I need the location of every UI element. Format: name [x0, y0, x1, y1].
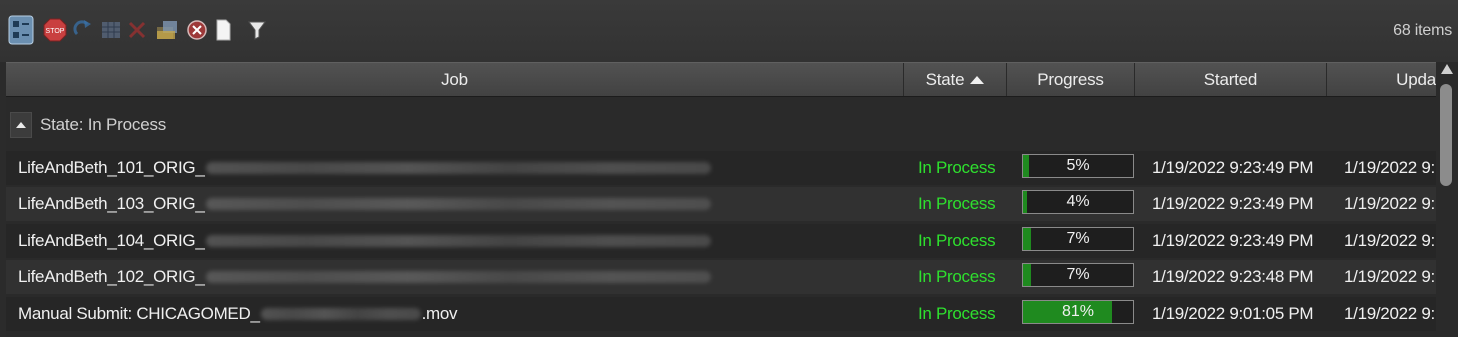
- job-name-text: LifeAndBeth_102_ORIG_: [18, 267, 205, 286]
- started-cell: 1/19/2022 9:01:05 PM: [1152, 304, 1314, 323]
- column-header-state[interactable]: State: [904, 63, 1007, 96]
- table-row[interactable]: Manual Submit: CHICAGOMED_ .mov In Process…: [6, 297, 1436, 331]
- redacted-text: [205, 198, 711, 210]
- progress-bar: 4%: [1022, 190, 1134, 214]
- view-toggle-icon[interactable]: [8, 15, 34, 45]
- job-cell: LifeAndBeth_102_ORIG_: [18, 260, 898, 294]
- sort-ascending-icon: [970, 75, 985, 84]
- column-header-state-label: State: [925, 69, 965, 89]
- column-header-job[interactable]: Job: [6, 63, 904, 96]
- updated-cell: 1/19/2022 9:: [1344, 267, 1434, 286]
- state-cell: In Process: [918, 267, 996, 286]
- vertical-scrollbar[interactable]: [1436, 62, 1458, 337]
- progress-bar: 5%: [1022, 154, 1134, 178]
- filter-icon[interactable]: [244, 16, 270, 44]
- redacted-text: [260, 308, 421, 320]
- job-name-text: LifeAndBeth_101_ORIG_: [18, 158, 205, 177]
- started-cell: 1/19/2022 9:23:49 PM: [1152, 231, 1314, 250]
- job-cell: LifeAndBeth_103_ORIG_: [18, 187, 898, 221]
- state-cell: In Process: [918, 158, 996, 177]
- group-collapse-toggle[interactable]: [10, 112, 32, 138]
- column-header-updated-label: Upda: [1396, 69, 1436, 89]
- group-label: State: In Process: [40, 115, 167, 134]
- job-name-text: LifeAndBeth_103_ORIG_: [18, 194, 205, 213]
- job-cell: LifeAndBeth_104_ORIG_: [18, 224, 898, 258]
- table-row[interactable]: LifeAndBeth_101_ORIG_ In Process 5% 1/19/20…: [6, 151, 1436, 185]
- document-icon[interactable]: [210, 16, 236, 44]
- started-cell: 1/19/2022 9:23:48 PM: [1152, 267, 1314, 286]
- item-count: 68 items: [1393, 22, 1452, 39]
- job-name-text: Manual Submit: CHICAGOMED_: [18, 304, 260, 323]
- column-header-progress[interactable]: Progress: [1007, 63, 1135, 96]
- grid-icon[interactable]: [98, 16, 124, 44]
- scrollbar-thumb[interactable]: [1440, 84, 1452, 186]
- column-header-started-label: Started: [1203, 69, 1258, 89]
- updated-cell: 1/19/2022 9:: [1344, 231, 1434, 250]
- table-row[interactable]: LifeAndBeth_102_ORIG_ In Process 7% 1/19/20…: [6, 260, 1436, 294]
- started-cell: 1/19/2022 9:23:49 PM: [1152, 194, 1314, 213]
- progress-bar: 7%: [1022, 227, 1134, 251]
- column-header-row: Job State Progress Started Upda: [6, 62, 1436, 98]
- redacted-text: [205, 271, 711, 283]
- column-header-updated[interactable]: Upda: [1327, 63, 1436, 96]
- progress-label: 7%: [1066, 266, 1090, 283]
- updated-cell: 1/19/2022 9:: [1344, 194, 1434, 213]
- stop-icon-label: STOP: [46, 28, 65, 35]
- updated-cell: 1/19/2022 9:: [1344, 158, 1434, 177]
- open-folder-icon[interactable]: [154, 16, 180, 44]
- state-cell: In Process: [918, 194, 996, 213]
- scroll-up-arrow-icon[interactable]: [1441, 64, 1453, 74]
- table-row[interactable]: LifeAndBeth_103_ORIG_ In Process 4% 1/19/20…: [6, 187, 1436, 221]
- redacted-text: [205, 235, 711, 247]
- table-row[interactable]: LifeAndBeth_104_ORIG_ In Process 7% 1/19/20…: [6, 224, 1436, 258]
- job-cell: LifeAndBeth_101_ORIG_: [18, 151, 898, 185]
- progress-label: 4%: [1066, 193, 1090, 210]
- progress-bar: 7%: [1022, 263, 1134, 287]
- job-name-suffix: .mov: [421, 304, 458, 323]
- progress-label: 5%: [1066, 157, 1090, 174]
- updated-cell: 1/19/2022 9:: [1344, 304, 1434, 323]
- delete-icon[interactable]: [124, 16, 150, 44]
- progress-bar: 81%: [1022, 300, 1134, 324]
- started-cell: 1/19/2022 9:23:49 PM: [1152, 158, 1314, 177]
- state-cell: In Process: [918, 231, 996, 250]
- progress-label: 7%: [1066, 230, 1090, 247]
- progress-label: 81%: [1061, 303, 1095, 320]
- job-cell: Manual Submit: CHICAGOMED_ .mov: [18, 297, 898, 331]
- column-header-started[interactable]: Started: [1135, 63, 1327, 96]
- resume-icon[interactable]: [70, 16, 96, 44]
- cancel-icon[interactable]: [184, 16, 210, 44]
- stop-icon[interactable]: STOP: [42, 16, 68, 44]
- redacted-text: [205, 162, 711, 174]
- group-header-in-process[interactable]: State: In Process: [6, 109, 166, 141]
- job-grid: State: In Process LifeAndBeth_101_ORIG_ I…: [6, 97, 1436, 337]
- state-cell: In Process: [918, 304, 996, 323]
- job-name-text: LifeAndBeth_104_ORIG_: [18, 231, 205, 250]
- column-header-job-label: Job: [441, 69, 468, 89]
- collapse-arrow-icon: [16, 122, 26, 128]
- toolbar: STOP 68 items: [0, 0, 1458, 62]
- column-header-progress-label: Progress: [1037, 69, 1104, 89]
